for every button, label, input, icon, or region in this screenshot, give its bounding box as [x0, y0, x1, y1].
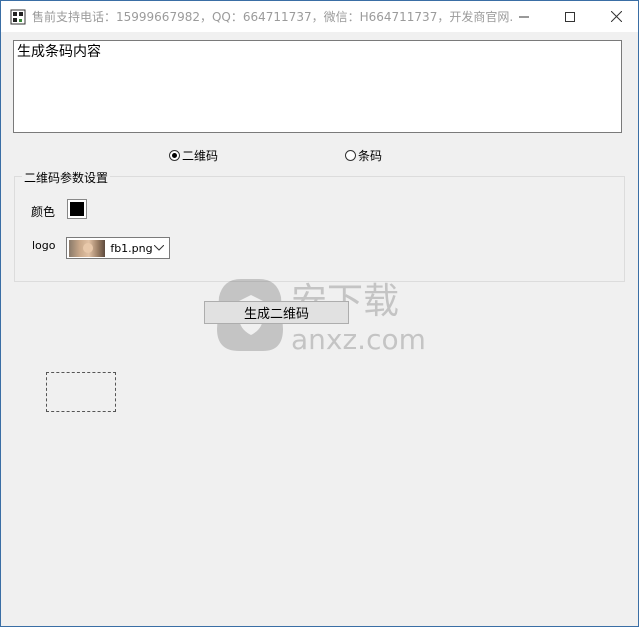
- logo-thumbnail: [69, 239, 106, 257]
- content-textarea[interactable]: 生成条码内容: [13, 40, 622, 133]
- qr-settings-group: [14, 176, 625, 282]
- radio-barcode-label: 条码: [358, 149, 383, 163]
- color-picker[interactable]: [67, 199, 87, 219]
- logo-select[interactable]: fb1.png: [66, 237, 170, 259]
- qrcode-preview-area: [46, 372, 116, 412]
- chevron-down-icon: [153, 245, 166, 251]
- close-icon: [610, 11, 622, 22]
- title-bar: 售前支持电话：15999667982，QQ：664711737，微信：H6647…: [1, 1, 638, 32]
- radio-checked-icon: [169, 150, 180, 161]
- minimize-icon: [519, 16, 529, 17]
- radio-barcode[interactable]: 条码: [345, 147, 382, 164]
- radio-qrcode[interactable]: 二维码: [169, 147, 218, 164]
- close-button[interactable]: [593, 1, 639, 32]
- window-title: 售前支持电话：15999667982，QQ：664711737，微信：H6647…: [32, 10, 512, 24]
- logo-selected-value: fb1.png: [110, 241, 153, 255]
- minimize-button[interactable]: [501, 1, 547, 32]
- color-swatch-fill: [70, 202, 84, 216]
- app-window: 售前支持电话：15999667982，QQ：664711737，微信：H6647…: [0, 0, 639, 627]
- watermark-en-text: anxz.com: [291, 323, 426, 356]
- maximize-icon: [565, 11, 575, 22]
- qr-settings-title: 二维码参数设置: [22, 169, 111, 186]
- radio-qrcode-label: 二维码: [182, 149, 219, 163]
- maximize-button[interactable]: [547, 1, 593, 32]
- app-icon: [10, 9, 26, 25]
- radio-unchecked-icon: [345, 150, 356, 161]
- generate-qrcode-button[interactable]: 生成二维码: [204, 301, 349, 324]
- logo-label: logo: [32, 239, 56, 252]
- color-label: 颜色: [31, 205, 56, 219]
